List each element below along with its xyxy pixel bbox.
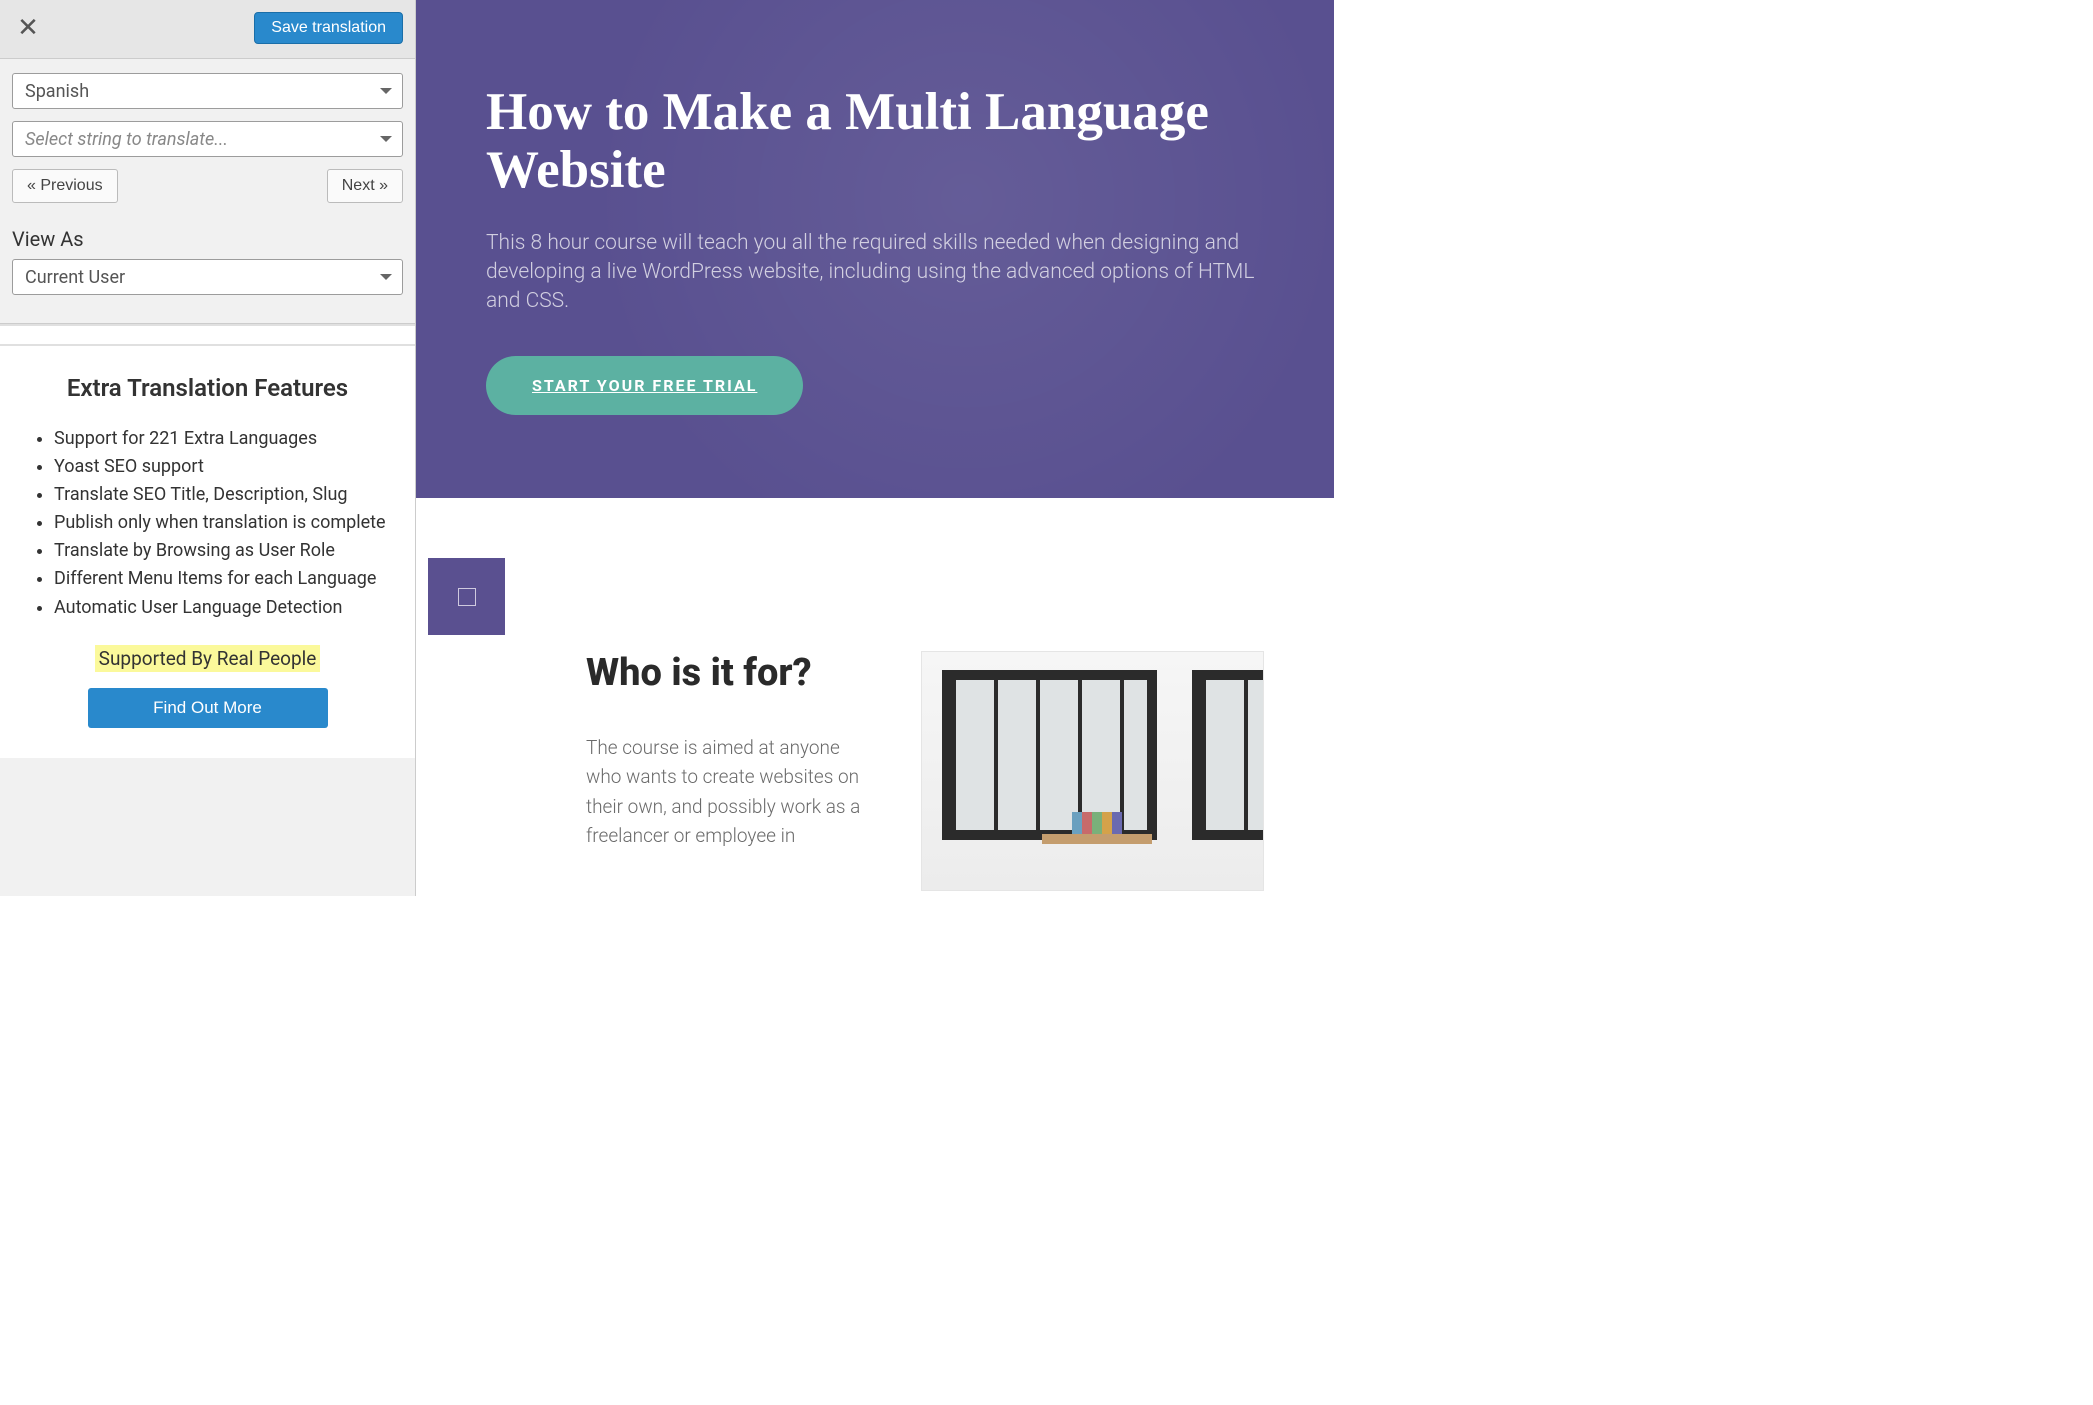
feature-item: Different Menu Items for each Language bbox=[54, 566, 391, 592]
feature-item: Yoast SEO support bbox=[54, 454, 391, 480]
supported-text: Supported By Real People bbox=[95, 645, 321, 672]
feature-item: Support for 221 Extra Languages bbox=[54, 426, 391, 452]
close-icon[interactable]: ✕ bbox=[8, 8, 48, 48]
view-as-controls: Current User bbox=[0, 259, 415, 324]
books-graphic bbox=[1072, 812, 1122, 834]
who-image-column bbox=[921, 651, 1264, 891]
chevron-down-icon bbox=[380, 274, 392, 280]
view-as-label: View As bbox=[0, 213, 415, 259]
body-section: Who is it for? The course is aimed at an… bbox=[416, 498, 1334, 891]
accent-square-icon bbox=[428, 558, 505, 635]
window-graphic bbox=[942, 670, 1157, 840]
hero-body: This 8 hour course will teach you all th… bbox=[486, 229, 1264, 316]
find-out-more-button[interactable]: Find Out More bbox=[88, 688, 328, 728]
next-button[interactable]: Next » bbox=[327, 169, 403, 203]
hero-section: How to Make a Multi Language Website Thi… bbox=[416, 0, 1334, 498]
hero-title: How to Make a Multi Language Website bbox=[486, 83, 1264, 200]
chevron-down-icon bbox=[380, 136, 392, 142]
view-as-select[interactable]: Current User bbox=[12, 259, 403, 295]
features-panel: Extra Translation Features Support for 2… bbox=[0, 346, 415, 758]
window-graphic bbox=[1192, 670, 1264, 840]
string-nav: « Previous Next » bbox=[12, 169, 403, 203]
view-as-value: Current User bbox=[25, 267, 125, 288]
language-select[interactable]: Spanish bbox=[12, 73, 403, 109]
feature-item: Publish only when translation is complet… bbox=[54, 510, 391, 536]
save-translation-button[interactable]: Save translation bbox=[254, 12, 403, 44]
string-select-placeholder: Select string to translate... bbox=[25, 129, 228, 150]
language-select-value: Spanish bbox=[25, 81, 89, 102]
start-trial-button[interactable]: START YOUR FREE TRIAL bbox=[486, 356, 803, 415]
divider bbox=[0, 324, 415, 346]
who-heading: Who is it for? bbox=[586, 651, 861, 695]
feature-item: Translate by Browsing as User Role bbox=[54, 538, 391, 564]
who-body: The course is aimed at anyone who wants … bbox=[586, 733, 861, 851]
features-list: Support for 221 Extra Languages Yoast SE… bbox=[24, 426, 391, 621]
features-heading: Extra Translation Features bbox=[24, 374, 391, 402]
shelf-graphic bbox=[1042, 834, 1152, 844]
preview-pane: How to Make a Multi Language Website Thi… bbox=[416, 0, 1334, 896]
string-select[interactable]: Select string to translate... bbox=[12, 121, 403, 157]
language-controls: Spanish Select string to translate... « … bbox=[0, 59, 415, 213]
feature-item: Automatic User Language Detection bbox=[54, 595, 391, 621]
previous-button[interactable]: « Previous bbox=[12, 169, 118, 203]
translation-sidebar: ✕ Save translation Spanish Select string… bbox=[0, 0, 416, 896]
supported-line: Supported By Real People bbox=[24, 647, 391, 670]
who-text-column: Who is it for? The course is aimed at an… bbox=[586, 651, 861, 891]
feature-item: Translate SEO Title, Description, Slug bbox=[54, 482, 391, 508]
chevron-down-icon bbox=[380, 88, 392, 94]
sidebar-topbar: ✕ Save translation bbox=[0, 0, 415, 59]
office-image bbox=[921, 651, 1264, 891]
